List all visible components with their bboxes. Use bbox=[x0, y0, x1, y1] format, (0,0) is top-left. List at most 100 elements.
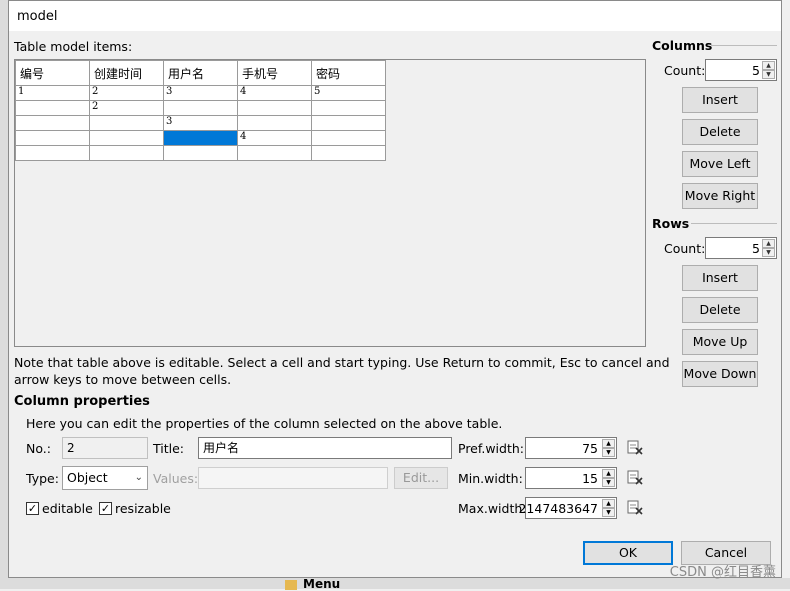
delete-row-button[interactable]: Delete bbox=[682, 297, 758, 323]
table-cell[interactable] bbox=[163, 100, 238, 116]
column-number-field: 2 bbox=[62, 437, 148, 459]
column-header[interactable]: 手机号 bbox=[237, 60, 312, 86]
rows-count-spinner[interactable]: 5 ▲ ▼ bbox=[705, 237, 777, 259]
note-text-line2: arrow keys to move between cells. bbox=[14, 372, 232, 387]
table-cell[interactable] bbox=[311, 115, 386, 131]
values-field bbox=[198, 467, 388, 489]
spin-down-icon[interactable]: ▼ bbox=[602, 448, 615, 457]
resizable-label: resizable bbox=[115, 501, 171, 516]
values-label: Values: bbox=[153, 471, 199, 486]
table-cell[interactable] bbox=[311, 130, 386, 146]
min-width-label: Min.width: bbox=[458, 471, 523, 486]
rows-group-divider bbox=[691, 223, 777, 224]
type-dropdown[interactable]: Object ⌄ bbox=[62, 466, 148, 490]
min-width-spinner[interactable]: 15 ▲ ▼ bbox=[525, 467, 617, 489]
table-cell[interactable]: 4 bbox=[237, 85, 312, 101]
rows-group-title: Rows bbox=[652, 216, 690, 231]
menu-icon bbox=[285, 579, 297, 590]
column-title-field[interactable]: 用户名 bbox=[198, 437, 452, 459]
table-row: 1 2 3 4 5 bbox=[15, 85, 386, 101]
table-cell[interactable] bbox=[15, 115, 90, 131]
column-properties-description: Here you can edit the properties of the … bbox=[26, 416, 503, 431]
max-width-spinner[interactable]: 2147483647 ▲ ▼ bbox=[518, 497, 617, 519]
spin-down-icon[interactable]: ▼ bbox=[762, 248, 775, 257]
title-bar: model bbox=[9, 1, 781, 31]
table-cell[interactable]: 1 bbox=[15, 85, 90, 101]
move-right-button[interactable]: Move Right bbox=[682, 183, 758, 209]
table-cell[interactable] bbox=[15, 130, 90, 146]
columns-group-title: Columns bbox=[652, 38, 713, 53]
table-cell[interactable] bbox=[89, 115, 164, 131]
table-cell[interactable] bbox=[89, 130, 164, 146]
window-title: model bbox=[17, 9, 58, 24]
min-width-value: 15 bbox=[582, 471, 598, 486]
rows-count-label: Count: bbox=[664, 241, 706, 256]
table-row: 2 bbox=[15, 100, 386, 116]
column-header[interactable]: 创建时间 bbox=[89, 60, 164, 86]
columns-count-spinner[interactable]: 5 ▲ ▼ bbox=[705, 59, 777, 81]
column-header[interactable]: 编号 bbox=[15, 60, 90, 86]
spin-down-icon[interactable]: ▼ bbox=[762, 70, 775, 79]
type-label: Type: bbox=[26, 471, 59, 486]
model-table[interactable]: 编号 创建时间 用户名 手机号 密码 1 2 3 4 5 2 3 4 bbox=[15, 60, 386, 161]
table-cell[interactable]: 3 bbox=[163, 115, 238, 131]
column-number-label: No.: bbox=[26, 441, 51, 456]
table-cell[interactable]: 4 bbox=[237, 130, 312, 146]
insert-column-button[interactable]: Insert bbox=[682, 87, 758, 113]
csdn-watermark: CSDN @红目香薰 bbox=[669, 565, 776, 580]
spin-up-icon[interactable]: ▲ bbox=[602, 439, 615, 448]
columns-count-label: Count: bbox=[664, 63, 706, 78]
table-cell[interactable] bbox=[237, 100, 312, 116]
pref-width-value: 75 bbox=[582, 441, 598, 456]
table-row: 3 bbox=[15, 115, 386, 131]
table-model-editor[interactable]: 编号 创建时间 用户名 手机号 密码 1 2 3 4 5 2 3 4 bbox=[14, 59, 646, 347]
table-cell[interactable] bbox=[15, 100, 90, 116]
table-cell[interactable] bbox=[311, 145, 386, 161]
table-row bbox=[15, 145, 386, 161]
move-up-button[interactable]: Move Up bbox=[682, 329, 758, 355]
combo-chevron-icon: ⌄ bbox=[134, 472, 143, 483]
table-row: 4 bbox=[15, 130, 386, 146]
move-down-button[interactable]: Move Down bbox=[682, 361, 758, 387]
spin-up-icon[interactable]: ▲ bbox=[762, 61, 775, 70]
pref-width-label: Pref.width: bbox=[458, 441, 525, 456]
table-cell[interactable]: 2 bbox=[89, 100, 164, 116]
table-cell[interactable] bbox=[237, 145, 312, 161]
table-model-dialog: model Table model items: 编号 创建时间 用户名 手机号… bbox=[8, 0, 782, 578]
table-cell[interactable] bbox=[311, 100, 386, 116]
max-width-value: 2147483647 bbox=[518, 501, 598, 516]
checkbox-checked-icon: ✓ bbox=[100, 502, 111, 515]
delete-column-button[interactable]: Delete bbox=[682, 119, 758, 145]
insert-row-button[interactable]: Insert bbox=[682, 265, 758, 291]
column-header[interactable]: 用户名 bbox=[163, 60, 238, 86]
table-cell[interactable]: 3 bbox=[163, 85, 238, 101]
checkbox-checked-icon: ✓ bbox=[27, 502, 38, 515]
table-cell[interactable] bbox=[15, 145, 90, 161]
column-header[interactable]: 密码 bbox=[311, 60, 386, 86]
ok-button[interactable]: OK bbox=[583, 541, 673, 565]
edit-values-button: Edit... bbox=[394, 467, 448, 489]
columns-count-value: 5 bbox=[752, 63, 760, 78]
table-header-row: 编号 创建时间 用户名 手机号 密码 bbox=[15, 60, 386, 86]
editable-checkbox[interactable]: ✓ bbox=[26, 502, 39, 515]
move-left-button[interactable]: Move Left bbox=[682, 151, 758, 177]
spin-up-icon[interactable]: ▲ bbox=[762, 239, 775, 248]
table-cell[interactable]: 5 bbox=[311, 85, 386, 101]
reset-default-icon[interactable] bbox=[627, 439, 643, 455]
table-cell[interactable] bbox=[237, 115, 312, 131]
table-cell[interactable]: 2 bbox=[89, 85, 164, 101]
table-cell[interactable] bbox=[163, 145, 238, 161]
max-width-label: Max.width: bbox=[458, 501, 527, 516]
selected-table-cell[interactable] bbox=[163, 130, 238, 146]
reset-default-icon[interactable] bbox=[627, 469, 643, 485]
reset-default-icon[interactable] bbox=[627, 499, 643, 515]
type-dropdown-value: Object bbox=[67, 470, 108, 485]
table-cell[interactable] bbox=[89, 145, 164, 161]
spin-down-icon[interactable]: ▼ bbox=[602, 508, 615, 517]
note-text-line1: Note that table above is editable. Selec… bbox=[14, 355, 670, 370]
spin-up-icon[interactable]: ▲ bbox=[602, 499, 615, 508]
spin-up-icon[interactable]: ▲ bbox=[602, 469, 615, 478]
resizable-checkbox[interactable]: ✓ bbox=[99, 502, 112, 515]
pref-width-spinner[interactable]: 75 ▲ ▼ bbox=[525, 437, 617, 459]
spin-down-icon[interactable]: ▼ bbox=[602, 478, 615, 487]
